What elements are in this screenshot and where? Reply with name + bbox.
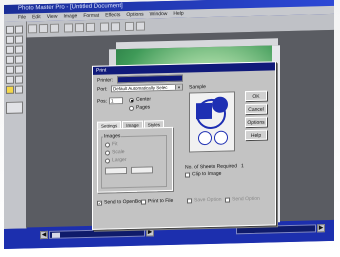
send-checkbox[interactable]: ✓ [97,200,102,206]
copy-icon[interactable] [75,23,84,33]
options-button[interactable]: Options [245,116,267,128]
shape-tool-icon[interactable] [15,65,23,74]
copies-value: 1 [241,163,244,170]
application-window: Photo Master Pro - [Untitled Document] F… [4,0,334,250]
zoom-tool-icon[interactable] [15,75,23,84]
brush-tool-icon[interactable] [6,45,14,54]
menu-file[interactable]: File [18,13,26,21]
eyedropper-tool-icon[interactable] [6,75,14,84]
crop-tool-icon[interactable] [6,35,14,44]
zoom-icon[interactable] [125,21,134,32]
new-icon[interactable] [28,24,37,34]
dialog-title: Print [93,62,275,75]
fill-tool-icon[interactable] [15,55,23,64]
footer-option-two-label: Send Option [232,195,260,203]
footer-option-two-checkbox[interactable] [225,197,230,203]
eraser-tool-icon[interactable] [6,55,14,64]
preview-circle-small-shape [214,130,228,145]
clip-image-label: Clip to Image [192,170,222,178]
group-title: Images [103,133,122,140]
printer-label: Printer: [97,77,114,84]
center-label: Center [136,96,152,103]
lasso-tool-icon[interactable] [15,25,23,34]
menu-edit[interactable]: Edit [32,13,41,21]
pencil-tool-icon[interactable] [15,45,23,54]
preview-circle-small-shape [198,130,212,146]
print-to-file-label: Print to File [148,197,174,205]
menu-help[interactable]: Help [173,10,183,18]
select-tool-icon[interactable] [6,25,14,34]
copies-label: No. of Sheets Required [185,163,237,171]
cut-icon[interactable] [64,23,73,33]
hand-tool-icon[interactable] [15,85,23,94]
port-select[interactable]: Default Automatically Selec ▾ [111,83,183,93]
scrollbar-thumb[interactable] [52,232,60,238]
undo-icon[interactable] [100,22,109,32]
scroll-right-arrow-icon[interactable]: ▶ [317,224,325,233]
paste-icon[interactable] [86,22,95,32]
color-swatch-icon[interactable] [6,85,14,94]
print-dialog: Print Printer: Port: Default Automatical… [92,61,276,230]
monitor-photo: Photo Master Pro - [Untitled Document] F… [0,0,340,257]
port-label: Port: [97,86,108,93]
print-preview [189,91,235,153]
printer-select[interactable] [117,74,183,84]
open-icon[interactable] [39,23,48,34]
scroll-left-arrow-icon[interactable]: ◀ [40,230,48,240]
scroll-right-arrow-icon[interactable]: ▶ [146,228,154,237]
pos-label: Pos: [97,98,108,105]
footer-option-one-checkbox[interactable] [187,198,192,204]
preview-label: Sample [189,84,206,91]
pages-label: Pages [136,104,151,111]
move-tool-icon[interactable] [15,35,23,44]
redo-icon[interactable] [111,22,120,32]
help-button[interactable]: Help [245,129,267,141]
mode-tool-icon[interactable] [6,101,23,114]
clip-image-checkbox[interactable] [185,172,190,178]
menu-view[interactable]: View [47,13,58,21]
width-field[interactable] [105,166,127,175]
center-radio[interactable] [129,97,134,103]
print-icon[interactable] [136,21,145,31]
footer-option-one-label: Save Option [194,196,222,204]
text-tool-icon[interactable] [6,65,14,74]
fit-label: Fit [112,141,118,148]
scale-label: Scale [112,149,125,156]
save-icon[interactable] [50,23,59,33]
height-field[interactable] [131,166,153,174]
tool-palette [4,21,27,229]
pos-field[interactable]: 1 [109,97,123,105]
send-label: Send to OpenBox [104,198,144,206]
ok-button[interactable]: OK [245,90,267,102]
larger-label: Larger [112,157,127,164]
print-to-file-checkbox[interactable] [141,199,146,205]
cancel-button[interactable]: Cancel [245,103,267,115]
chevron-down-icon[interactable]: ▾ [175,84,182,90]
pages-radio[interactable] [129,105,134,111]
images-group [101,135,167,189]
port-value: Default Automatically Selec [113,85,168,92]
